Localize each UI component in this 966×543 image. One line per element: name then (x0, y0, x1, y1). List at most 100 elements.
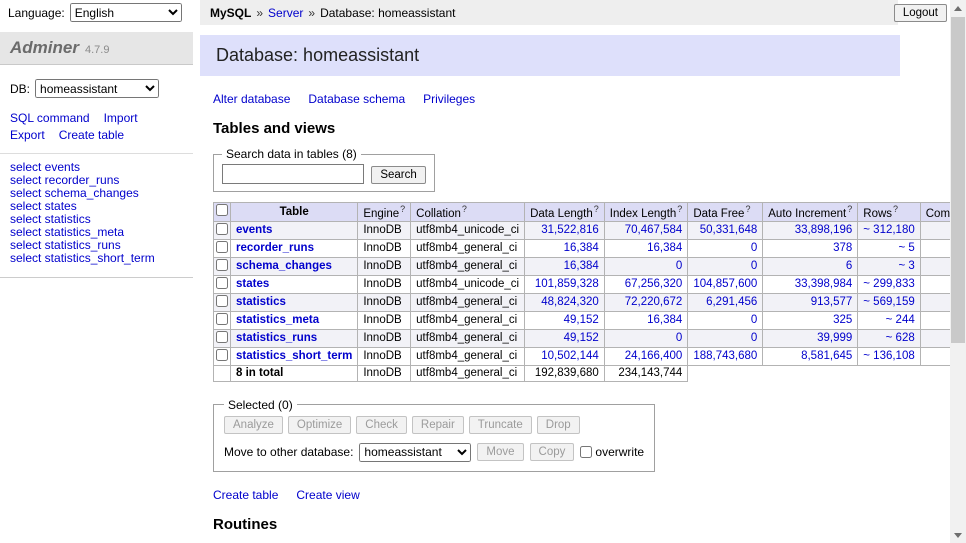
cell-rows: ~ 3 (858, 257, 920, 275)
scrollbar-down-button[interactable] (950, 527, 966, 543)
select-all-checkbox[interactable] (216, 204, 228, 216)
cell-collation: utf8mb4_unicode_ci (411, 221, 525, 239)
row-checkbox[interactable] (216, 313, 228, 325)
rows-count-link[interactable]: ~ 312,180 (863, 224, 914, 236)
column-header: Engine? (358, 203, 411, 222)
column-help-link[interactable]: ? (893, 204, 898, 214)
create-table-link[interactable]: Create table (213, 488, 278, 502)
privileges-link[interactable]: Privileges (423, 92, 475, 106)
cell-data_free: 0 (688, 329, 763, 347)
rows-count-link[interactable]: ~ 5 (898, 242, 914, 254)
column-header-label: Engine (363, 208, 399, 220)
table-name-link[interactable]: events (236, 224, 272, 236)
cell-name: recorder_runs (231, 239, 358, 257)
total-label: 8 in total (231, 365, 358, 381)
table-name-link[interactable]: statistics_runs (236, 332, 317, 344)
database-schema-link[interactable]: Database schema (308, 92, 405, 106)
cell-engine: InnoDB (358, 311, 411, 329)
scrollbar-up-button[interactable] (950, 0, 966, 16)
cell-index_length: 72,220,672 (604, 293, 688, 311)
cell-engine: InnoDB (358, 275, 411, 293)
cell-data_length: 101,859,328 (525, 275, 605, 293)
column-help-link[interactable]: ? (847, 204, 852, 214)
table-name-link[interactable]: statistics_meta (236, 314, 319, 326)
breadcrumb-server-link[interactable]: Server (268, 6, 303, 20)
search-button[interactable]: Search (371, 166, 425, 184)
row-checkbox[interactable] (216, 349, 228, 361)
row-checkbox-cell (214, 329, 231, 347)
export-link[interactable]: Export (10, 127, 45, 144)
logout-button[interactable]: Logout (894, 4, 947, 22)
column-help-link[interactable]: ? (462, 204, 467, 214)
column-header: Rows? (858, 203, 920, 222)
cell-collation: utf8mb4_unicode_ci (411, 275, 525, 293)
alter-database-link[interactable]: Alter database (213, 92, 290, 106)
truncate-button[interactable]: Truncate (469, 416, 532, 434)
table-row: statisticsInnoDButf8mb4_general_ci48,824… (214, 293, 966, 311)
cell-name: schema_changes (231, 257, 358, 275)
total-data-length: 192,839,680 (525, 365, 605, 381)
search-legend: Search data in tables (8) (222, 147, 361, 161)
tables-header-row: TableEngine?Collation?Data Length?Index … (214, 203, 966, 222)
row-checkbox[interactable] (216, 223, 228, 235)
selected-fieldset: Selected (0) AnalyzeOptimizeCheckRepairT… (213, 398, 655, 472)
table-name-link[interactable]: statistics (236, 296, 286, 308)
cell-data_free: 0 (688, 239, 763, 257)
rows-count-link[interactable]: ~ 569,159 (863, 296, 914, 308)
scrollbar-thumb[interactable] (951, 17, 965, 343)
language-select[interactable]: English (70, 3, 182, 22)
row-checkbox[interactable] (216, 331, 228, 343)
row-checkbox-cell (214, 275, 231, 293)
analyze-button[interactable]: Analyze (224, 416, 283, 434)
header-checkbox-cell (214, 203, 231, 222)
column-header: Data Free? (688, 203, 763, 222)
column-help-link[interactable]: ? (400, 204, 405, 214)
table-create-links: Create table Create view (213, 488, 900, 502)
rows-count-link[interactable]: ~ 299,833 (863, 278, 914, 290)
import-link[interactable]: Import (104, 110, 138, 127)
cell-data_free: 0 (688, 311, 763, 329)
create-view-link[interactable]: Create view (296, 488, 359, 502)
rows-count-link[interactable]: ~ 3 (898, 260, 914, 272)
rows-count-link[interactable]: ~ 136,108 (863, 350, 914, 362)
table-name-link[interactable]: schema_changes (236, 260, 332, 272)
cell-data_free: 6,291,456 (688, 293, 763, 311)
overwrite-checkbox[interactable] (580, 446, 592, 458)
move-database-select[interactable]: homeassistant (359, 443, 471, 462)
cell-index_length: 70,467,584 (604, 221, 688, 239)
create-table-link-sidebar[interactable]: Create table (59, 127, 124, 144)
optimize-button[interactable]: Optimize (288, 416, 351, 434)
top-bar: Language: English MySQL » Server » Datab… (0, 0, 950, 25)
sidebar-table-link[interactable]: select statistics_short_term (10, 252, 183, 265)
row-checkbox[interactable] (216, 259, 228, 271)
repair-button[interactable]: Repair (412, 416, 464, 434)
cell-auto_increment: 913,577 (763, 293, 858, 311)
rows-count-link[interactable]: ~ 244 (886, 314, 915, 326)
db-select[interactable]: homeassistant (35, 79, 159, 98)
table-name-link[interactable]: statistics_short_term (236, 350, 352, 362)
row-checkbox[interactable] (216, 277, 228, 289)
page-title: Database: homeassistant (200, 35, 900, 76)
sql-command-link[interactable]: SQL command (10, 110, 90, 127)
table-name-link[interactable]: recorder_runs (236, 242, 314, 254)
rows-count-link[interactable]: ~ 628 (886, 332, 915, 344)
row-checkbox[interactable] (216, 295, 228, 307)
check-button[interactable]: Check (356, 416, 407, 434)
scrollbar[interactable] (950, 0, 966, 543)
search-input[interactable] (222, 164, 364, 184)
cell-index_length: 0 (604, 257, 688, 275)
column-header-label: Rows (863, 208, 892, 220)
column-help-link[interactable]: ? (745, 204, 750, 214)
move-button[interactable]: Move (477, 443, 523, 461)
table-name-link[interactable]: states (236, 278, 269, 290)
copy-button[interactable]: Copy (530, 443, 575, 461)
cell-rows: ~ 136,108 (858, 347, 920, 365)
move-label: Move to other database: (224, 445, 353, 459)
row-checkbox[interactable] (216, 241, 228, 253)
cell-collation: utf8mb4_general_ci (411, 347, 525, 365)
column-help-link[interactable]: ? (677, 204, 682, 214)
column-help-link[interactable]: ? (594, 204, 599, 214)
app-version: 4.7.9 (85, 44, 109, 56)
cell-auto_increment: 33,898,196 (763, 221, 858, 239)
drop-button[interactable]: Drop (537, 416, 580, 434)
